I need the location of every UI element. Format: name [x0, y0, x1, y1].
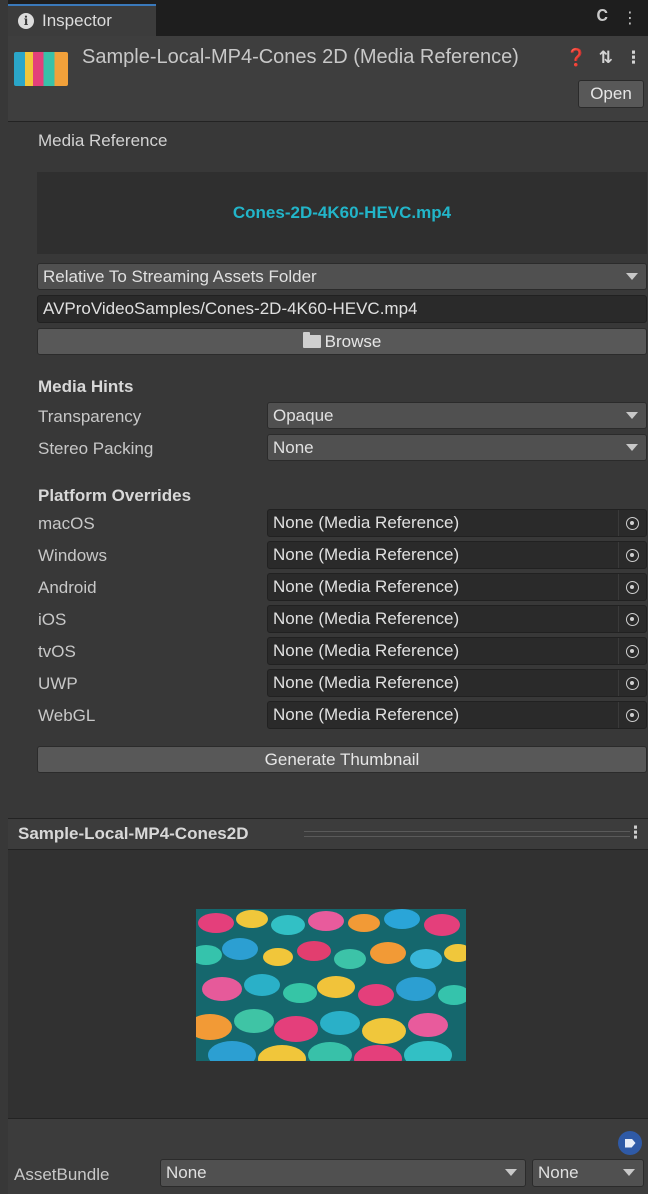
preview-area: [8, 850, 648, 1118]
header-icons: ❓ ⇅ ⋮: [566, 48, 642, 68]
stereo-packing-label: Stereo Packing: [38, 439, 154, 458]
browse-label: Browse: [324, 331, 382, 351]
folder-icon: [302, 332, 321, 348]
object-picker-icon: [626, 612, 639, 626]
lock-icon[interactable]: 𝐂: [596, 8, 608, 28]
asset-bundle-name-dropdown[interactable]: None: [160, 1159, 526, 1187]
asset-bundle-name-value: None: [166, 1163, 207, 1182]
override-field-android[interactable]: None (Media Reference): [267, 573, 647, 601]
object-picker-icon: [626, 516, 639, 530]
override-value: None (Media Reference): [273, 513, 460, 532]
object-picker-button[interactable]: [618, 574, 646, 600]
path-location-dropdown[interactable]: Relative To Streaming Assets Folder: [37, 263, 647, 290]
section-media-reference: Media Reference: [38, 131, 168, 150]
override-field-macos[interactable]: None (Media Reference): [267, 509, 647, 537]
override-value: None (Media Reference): [273, 545, 460, 564]
transparency-value: Opaque: [273, 405, 334, 425]
override-value: None (Media Reference): [273, 609, 460, 628]
tab-controls: 𝐂 ⋮: [596, 8, 638, 28]
open-button[interactable]: Open: [578, 80, 644, 108]
asset-thumbnail-icon: [14, 52, 68, 86]
override-value: None (Media Reference): [273, 673, 460, 692]
asset-bundle-label: AssetBundle: [14, 1165, 110, 1184]
generate-thumbnail-label: Generate Thumbnail: [264, 749, 420, 769]
object-picker-button[interactable]: [618, 638, 646, 664]
preview-menu-icon[interactable]: ⋮: [627, 823, 644, 843]
object-picker-button[interactable]: [618, 542, 646, 568]
override-label-webgl: WebGL: [38, 706, 96, 725]
tag-shape: [624, 1138, 636, 1148]
media-path-field[interactable]: AVProVideoSamples/Cones-2D-4K60-HEVC.mp4: [37, 295, 647, 323]
override-label-tvos: tvOS: [38, 642, 76, 661]
asset-header: Sample-Local-MP4-Cones 2D (Media Referen…: [8, 36, 648, 122]
object-picker-button[interactable]: [618, 670, 646, 696]
more-icon[interactable]: ⋮: [625, 48, 642, 68]
preview-header: Sample-Local-MP4-Cones2D ⋮: [8, 818, 648, 850]
video-thumbnail-image: [196, 909, 466, 1061]
override-field-ios[interactable]: None (Media Reference): [267, 605, 647, 633]
override-label-windows: Windows: [38, 546, 107, 565]
dropdown-arrow-icon: [626, 412, 638, 419]
kebab-menu-icon[interactable]: ⋮: [622, 8, 638, 28]
media-path-value: AVProVideoSamples/Cones-2D-4K60-HEVC.mp4: [43, 299, 418, 318]
asset-bundle-bar: AssetBundle None None: [8, 1118, 648, 1194]
tab-inspector[interactable]: i Inspector: [8, 4, 156, 36]
asset-title: Sample-Local-MP4-Cones 2D (Media Referen…: [82, 46, 519, 68]
override-label-ios: iOS: [38, 610, 67, 629]
object-picker-button[interactable]: [618, 702, 646, 728]
path-location-value: Relative To Streaming Assets Folder: [43, 266, 317, 286]
tag-icon[interactable]: [618, 1131, 642, 1155]
transparency-label: Transparency: [38, 407, 142, 426]
transparency-dropdown[interactable]: Opaque: [267, 402, 647, 429]
override-field-tvos[interactable]: None (Media Reference): [267, 637, 647, 665]
stereo-packing-dropdown[interactable]: None: [267, 434, 647, 461]
dropdown-arrow-icon: [626, 444, 638, 451]
stereo-packing-value: None: [273, 437, 314, 457]
override-label-android: Android: [38, 578, 97, 597]
browse-button[interactable]: Browse: [37, 328, 647, 355]
dropdown-arrow-icon: [626, 273, 638, 280]
object-picker-icon: [626, 580, 639, 594]
override-value: None (Media Reference): [273, 705, 460, 724]
object-picker-icon: [626, 676, 639, 690]
override-field-windows[interactable]: None (Media Reference): [267, 541, 647, 569]
object-picker-icon: [626, 708, 639, 722]
info-icon: i: [18, 13, 34, 29]
override-value: None (Media Reference): [273, 641, 460, 660]
object-picker-button[interactable]: [618, 606, 646, 632]
generate-thumbnail-button[interactable]: Generate Thumbnail: [37, 746, 647, 773]
platform-overrides-heading: Platform Overrides: [38, 486, 192, 505]
help-icon[interactable]: ❓: [566, 48, 587, 68]
object-picker-icon: [626, 644, 639, 658]
dropdown-arrow-icon: [623, 1169, 635, 1176]
tab-label: Inspector: [42, 11, 112, 30]
cones-image: [196, 909, 466, 1061]
asset-bundle-variant-value: None: [538, 1163, 579, 1182]
media-filename: Cones-2D-4K60-HEVC.mp4: [232, 203, 452, 222]
media-hints-heading: Media Hints: [38, 377, 134, 396]
asset-bundle-variant-dropdown[interactable]: None: [532, 1159, 644, 1187]
override-label-macos: macOS: [38, 514, 95, 533]
override-value: None (Media Reference): [273, 577, 460, 596]
dropdown-arrow-icon: [505, 1169, 517, 1176]
inspector-tab-bar: i Inspector 𝐂 ⋮: [8, 0, 648, 36]
preview-drag-bar[interactable]: [304, 831, 630, 837]
override-field-webgl[interactable]: None (Media Reference): [267, 701, 647, 729]
preview-title: Sample-Local-MP4-Cones2D: [18, 824, 249, 843]
override-label-uwp: UWP: [38, 674, 78, 693]
object-picker-button[interactable]: [618, 510, 646, 536]
media-filename-panel: Cones-2D-4K60-HEVC.mp4: [37, 172, 647, 254]
override-field-uwp[interactable]: None (Media Reference): [267, 669, 647, 697]
object-picker-icon: [626, 548, 639, 562]
preset-icon[interactable]: ⇅: [599, 48, 613, 68]
